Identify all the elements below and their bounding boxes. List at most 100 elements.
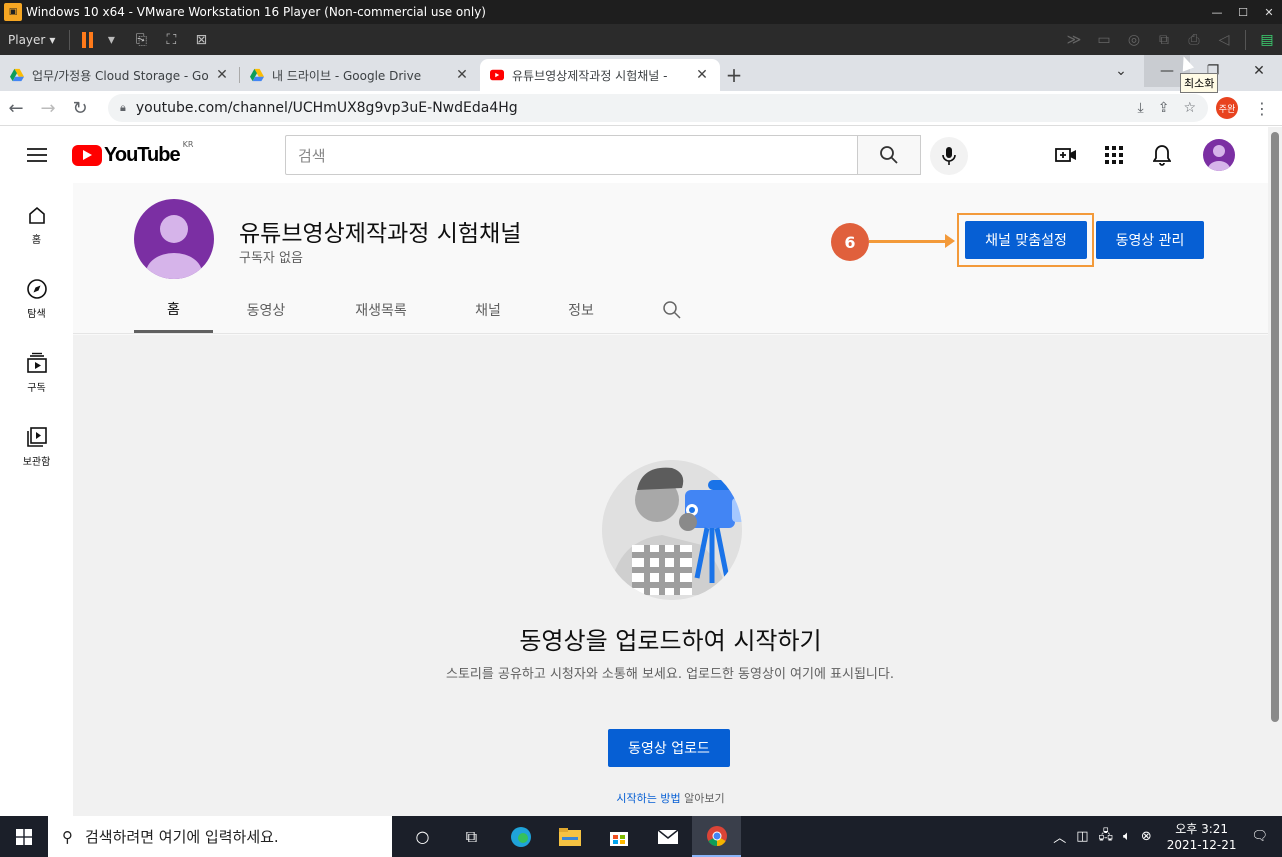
close-icon[interactable]: ✕ (694, 67, 710, 83)
cortana-icon[interactable]: ○ (398, 816, 447, 857)
volume-icon[interactable]: 🔈︎ (1123, 829, 1131, 844)
task-view-icon[interactable]: ⧉ (447, 816, 496, 857)
channel-name: 유튜브영상제작과정 시험채널 (239, 221, 522, 247)
edge-browser-icon[interactable] (496, 816, 545, 857)
new-tab-button[interactable]: + (720, 59, 748, 91)
sidebar-item-subscriptions[interactable]: 구독 (0, 351, 73, 394)
search-icon (662, 301, 681, 319)
notifications-bell-icon[interactable] (1150, 143, 1174, 167)
taskbar-clock[interactable]: 오후 3:21 2021-12-21 (1167, 821, 1237, 853)
chrome-icon[interactable] (692, 816, 741, 857)
channel-search-button[interactable] (629, 287, 714, 333)
pause-icon[interactable] (82, 31, 96, 48)
vm-toolbar: Player ▾ ▾ ⎘ ⛶ ⊠ ≫ ▭ ◎ ⧉ ⎙ ◁ ▤ (0, 24, 1282, 55)
vm-minimize-button[interactable]: — (1204, 6, 1230, 19)
upload-video-button[interactable]: 동영상 업로드 (608, 729, 730, 767)
toolbar-divider (1245, 29, 1246, 50)
send-ctrl-alt-del-icon[interactable]: ⎘ (130, 29, 152, 51)
compass-icon (0, 277, 73, 301)
meet-now-icon[interactable]: ◫ (1076, 829, 1088, 844)
notifications-icon[interactable]: 🗨︎ (1251, 829, 1268, 844)
omnibox[interactable]: 🔒︎ youtube.com/channel/UCHmUX8g9vp3uE-Nw… (108, 94, 1208, 122)
youtube-icon (490, 69, 504, 81)
tab-videos[interactable]: 동영상 (213, 287, 319, 333)
browser-tab[interactable]: 업무/가정용 Cloud Storage - Go ✕ (0, 59, 240, 91)
back-arrow-icon[interactable]: ← (0, 98, 32, 119)
close-window-button[interactable]: ✕ (1236, 55, 1282, 87)
start-button[interactable] (0, 816, 48, 857)
browser-tab-bar: 업무/가정용 Cloud Storage - Go ✕ 내 드라이브 - Goo… (0, 55, 1282, 91)
account-avatar[interactable] (1203, 139, 1235, 171)
learn-how-link[interactable]: 시작하는 방법 (616, 792, 680, 805)
printer-icon[interactable]: ⎙ (1183, 29, 1205, 51)
hamburger-menu-icon[interactable] (27, 144, 47, 166)
network-icon[interactable]: 🖧︎ (1099, 826, 1114, 848)
chevron-down-icon[interactable]: ▾ (100, 29, 122, 51)
vm-close-button[interactable]: ✕ (1256, 6, 1282, 19)
page-scrollbar[interactable] (1268, 127, 1282, 816)
taskbar-search-input[interactable]: ⚲ 검색하려면 여기에 입력하세요. (48, 816, 392, 857)
tab-search-button[interactable]: ⌄ (1098, 55, 1144, 87)
create-video-icon[interactable] (1054, 143, 1078, 167)
cd-drive-icon[interactable]: ◎ (1123, 29, 1145, 51)
channel-avatar[interactable] (134, 199, 214, 279)
tab-channels[interactable]: 채널 (443, 287, 533, 333)
tab-home[interactable]: 홈 (134, 287, 213, 333)
message-log-icon[interactable]: ▤ (1256, 29, 1278, 51)
bookmark-star-icon[interactable]: ☆ (1183, 100, 1196, 116)
install-app-icon[interactable]: ⤓ (1138, 100, 1144, 116)
forward-arrow-icon[interactable]: → (32, 98, 64, 119)
tab-label: 유튜브영상제작과정 시험채널 - (512, 68, 668, 83)
tab-about[interactable]: 정보 (533, 287, 629, 333)
player-menu-button[interactable]: Player ▾ (0, 33, 63, 47)
close-icon[interactable]: ✕ (214, 67, 230, 83)
share-icon[interactable]: ⇪ (1158, 100, 1170, 116)
address-bar-row: ← → ↻ 🔒︎ youtube.com/channel/UCHmUX8g9vp… (0, 91, 1282, 126)
search-input[interactable]: 검색 (285, 135, 858, 175)
sidebar-item-home[interactable]: 홈 (0, 203, 73, 246)
sidebar-item-explore[interactable]: 탐색 (0, 277, 73, 320)
unity-icon[interactable]: ⊠ (190, 29, 212, 51)
sidebar-item-library[interactable]: 보관함 (0, 425, 73, 468)
system-tray: ︿ ◫ 🖧︎ 🔈︎ ⊗ 오후 3:21 2021-12-21 🗨︎ (1048, 816, 1282, 857)
voice-search-button[interactable] (930, 137, 968, 175)
youtube-logo[interactable]: YouTube KR (72, 140, 193, 167)
close-icon[interactable]: ✕ (454, 67, 470, 83)
sound-icon[interactable]: ◁ (1213, 29, 1235, 51)
apps-grid-icon[interactable] (1102, 143, 1126, 167)
chevrons-right-icon[interactable]: ≫ (1063, 29, 1085, 51)
subscriber-count: 구독자 없음 (239, 251, 303, 266)
mail-icon[interactable] (643, 816, 692, 857)
scrollbar-thumb[interactable] (1271, 132, 1279, 722)
empty-state-title: 동영상을 업로드하여 시작하기 (519, 627, 822, 655)
sidebar-item-label: 보관함 (22, 457, 51, 468)
tab-playlists[interactable]: 재생목록 (319, 287, 443, 333)
subscriptions-icon (0, 351, 73, 375)
hard-disk-icon[interactable]: ▭ (1093, 29, 1115, 51)
vm-maximize-button[interactable]: ☐ (1230, 6, 1256, 19)
toolbar-divider (69, 29, 71, 50)
channel-header: 유튜브영상제작과정 시험채널 구독자 없음 6 채널 맞춤설정 동영상 관리 홈… (73, 183, 1268, 334)
browser-tab[interactable]: 내 드라이브 - Google Drive ✕ (240, 59, 480, 91)
guide-sidebar: 홈 탐색 구독 보관함 (0, 183, 73, 816)
microsoft-store-icon[interactable] (594, 816, 643, 857)
network-adapter-icon[interactable]: ⧉ (1153, 29, 1175, 51)
more-vert-icon[interactable]: ⋮ (1254, 99, 1270, 118)
chevron-up-icon[interactable]: ︿ (1053, 827, 1066, 846)
learn-suffix: 알아보기 (680, 792, 725, 805)
sidebar-item-label: 탐색 (27, 309, 46, 320)
mute-x-icon[interactable]: ⊗ (1141, 829, 1152, 844)
vm-title-bar: ▣ Windows 10 x64 - VMware Workstation 16… (0, 0, 1282, 24)
fullscreen-icon[interactable]: ⛶ (160, 29, 182, 51)
file-explorer-icon[interactable] (545, 816, 594, 857)
minimize-tooltip: 최소화 (1180, 73, 1219, 93)
search-button[interactable] (857, 135, 921, 175)
google-drive-icon (250, 68, 264, 82)
player-menu-label: Player (8, 32, 46, 47)
reload-icon[interactable]: ↻ (64, 98, 96, 119)
browser-tab-active[interactable]: 유튜브영상제작과정 시험채널 - ✕ (480, 59, 720, 91)
profile-avatar[interactable]: 주완 (1216, 97, 1238, 119)
customize-channel-button[interactable]: 채널 맞춤설정 (965, 221, 1087, 259)
microphone-icon (942, 147, 956, 165)
manage-videos-button[interactable]: 동영상 관리 (1096, 221, 1204, 259)
